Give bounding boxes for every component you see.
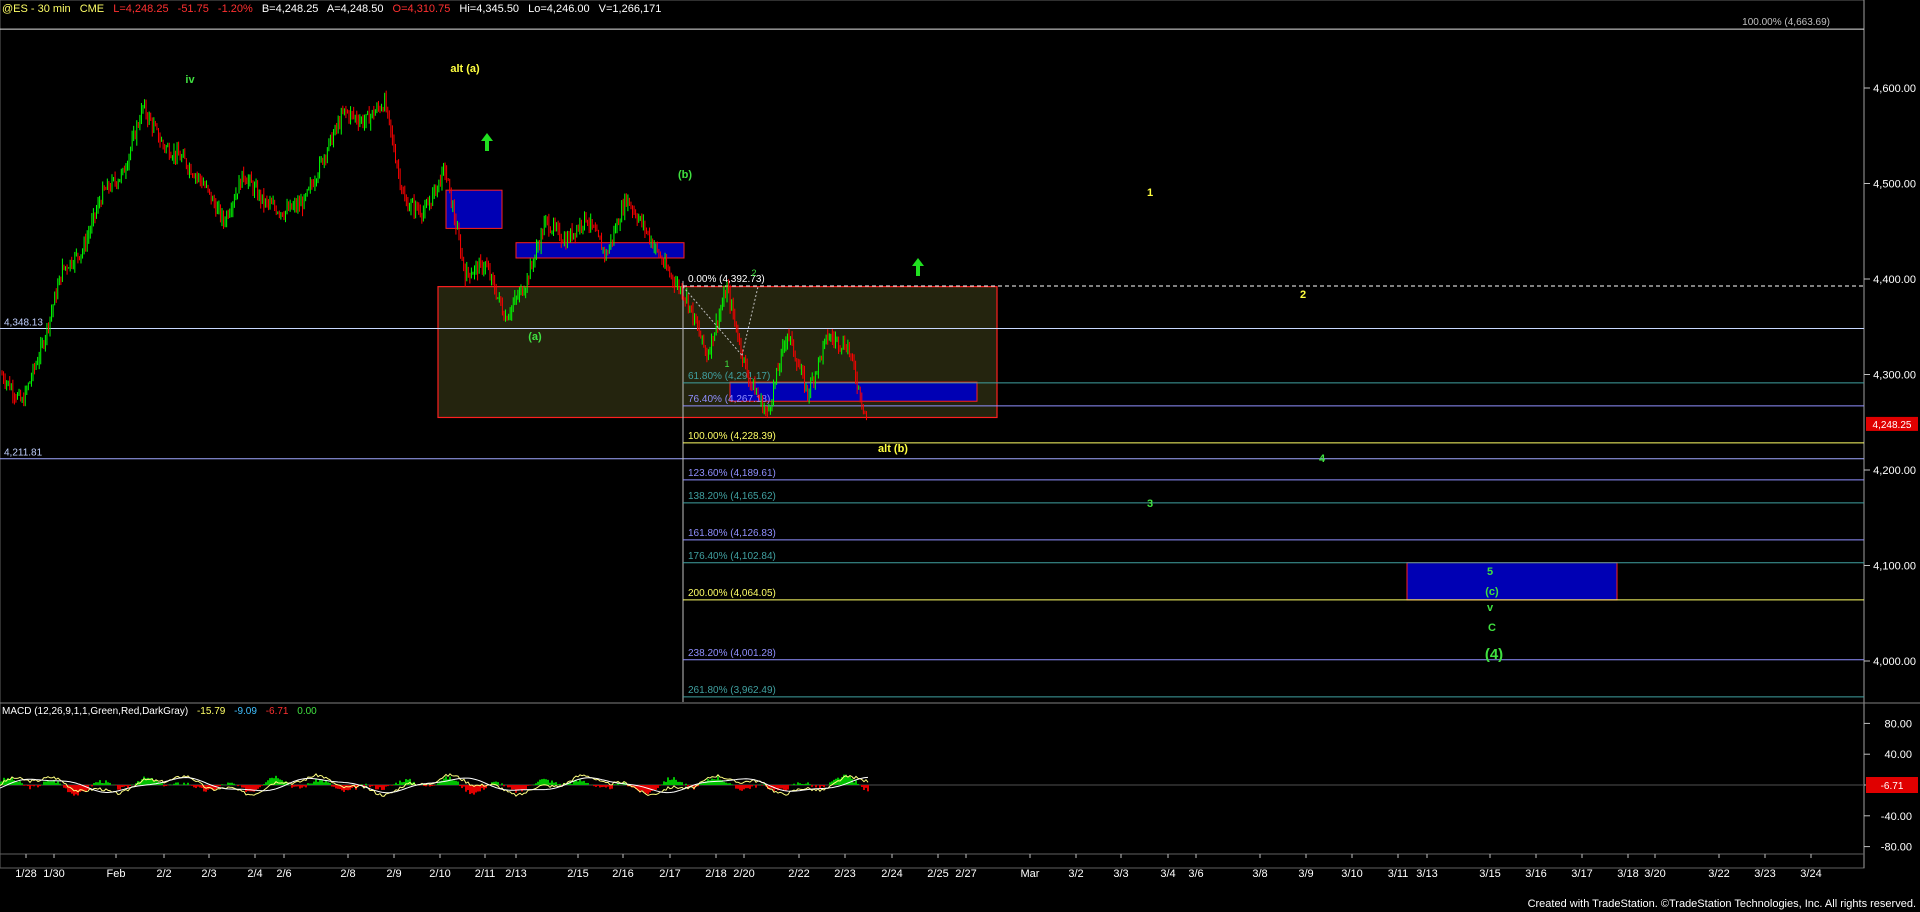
wave-label: (b) xyxy=(678,169,692,181)
date-tick-label: 2/11 xyxy=(475,868,496,880)
wave-label: (c) xyxy=(1485,586,1499,598)
date-tick-label: 3/11 xyxy=(1388,868,1409,880)
price-tick-label: 4,200.00 xyxy=(1873,465,1916,477)
date-tick-label: 2/10 xyxy=(429,868,450,880)
up-arrow-icon xyxy=(481,133,493,151)
date-tick-label: 3/15 xyxy=(1479,868,1500,880)
date-tick-label: 3/18 xyxy=(1617,868,1638,880)
wave-label: (a) xyxy=(528,331,542,343)
price-tick-label: 4,100.00 xyxy=(1873,561,1916,573)
macd-value-2: -9.09 xyxy=(234,706,257,717)
price-tick-label: 4,500.00 xyxy=(1873,179,1916,191)
date-tick-label: 3/10 xyxy=(1341,868,1362,880)
fib-label-161-80: 161.80% (4,126.83) xyxy=(688,528,776,539)
date-tick-label: 3/22 xyxy=(1708,868,1729,880)
date-tick-label: 2/2 xyxy=(156,868,171,880)
date-tick-label: 2/3 xyxy=(201,868,216,880)
wave-label: alt (b) xyxy=(878,443,908,455)
fib-label-176-40: 176.40% (4,102.84) xyxy=(688,551,776,562)
current-price-tag-label: 4,248.25 xyxy=(1873,420,1912,431)
macd-value-4: 0.00 xyxy=(297,706,317,717)
date-tick-label: 2/16 xyxy=(612,868,633,880)
date-tick-label: Mar xyxy=(1021,868,1040,880)
macd-tick-label: -40.00 xyxy=(1881,811,1912,823)
fib-label-61-80: 61.80% (4,291.17) xyxy=(688,371,770,382)
wave-label: iv xyxy=(185,74,195,86)
date-tick-label: 3/20 xyxy=(1644,868,1665,880)
fib-label-123-60: 123.60% (4,189.61) xyxy=(688,468,776,479)
wave-label: v xyxy=(1487,602,1494,614)
wave-sublabel: 2 xyxy=(751,268,756,278)
date-tick-label: 3/16 xyxy=(1525,868,1546,880)
macd-tick-label: -80.00 xyxy=(1881,842,1912,854)
wave-label: 4 xyxy=(1319,453,1326,465)
up-arrow-icon xyxy=(912,258,924,276)
date-tick-label: 2/8 xyxy=(340,868,355,880)
date-tick-label: 2/13 xyxy=(505,868,526,880)
date-tick-label: 2/27 xyxy=(955,868,976,880)
target-box xyxy=(1406,562,1618,601)
wave-label: C xyxy=(1488,622,1496,634)
date-tick-label: 2/15 xyxy=(567,868,588,880)
macd-title: MACD (12,26,9,1,1,Green,Red,DarkGray) xyxy=(2,706,189,717)
date-tick-label: 3/4 xyxy=(1160,868,1175,880)
fib-label-238-20: 238.20% (4,001.28) xyxy=(688,648,776,659)
price-tick-label: 4,300.00 xyxy=(1873,370,1916,382)
wave-label: 5 xyxy=(1487,566,1493,578)
date-tick-label: 2/24 xyxy=(881,868,902,880)
date-tick-label: 1/30 xyxy=(43,868,64,880)
date-tick-label: Feb xyxy=(107,868,126,880)
date-tick-label: 2/9 xyxy=(386,868,401,880)
date-tick-label: 3/8 xyxy=(1252,868,1267,880)
wave-label: 2 xyxy=(1300,289,1306,301)
macd-value-3: -6.71 xyxy=(265,706,289,717)
date-tick-label: 1/28 xyxy=(15,868,36,880)
date-tick-label: 2/22 xyxy=(788,868,809,880)
fib-label-138-20: 138.20% (4,165.62) xyxy=(688,491,776,502)
wave-label: 1 xyxy=(1147,187,1153,199)
date-tick-label: 3/17 xyxy=(1571,868,1592,880)
price-tick-label: 4,600.00 xyxy=(1873,83,1916,95)
chart-frame xyxy=(0,0,1865,869)
macd-legend: MACD (12,26,9,1,1,Green,Red,DarkGray) -1… xyxy=(2,706,323,717)
wave-label: alt (a) xyxy=(450,63,480,75)
date-tick-label: 2/4 xyxy=(247,868,262,880)
price-chart[interactable]: 100.00% (4,663.69)4,348.134,211.810.00% … xyxy=(0,0,1920,912)
credit-text: Created with TradeStation. ©TradeStation… xyxy=(1527,898,1916,910)
date-tick-label: 3/23 xyxy=(1754,868,1775,880)
date-tick-label: 3/6 xyxy=(1188,868,1203,880)
macd-current-tag-label: -6.71 xyxy=(1881,781,1904,792)
date-tick-label: 3/3 xyxy=(1113,868,1128,880)
macd-tick-label: 40.00 xyxy=(1884,749,1912,761)
level-label-4348: 4,348.13 xyxy=(4,318,43,329)
wave-label: (4) xyxy=(1485,646,1503,663)
price-tick-label: 4,000.00 xyxy=(1873,656,1916,668)
date-tick-label: 3/24 xyxy=(1800,868,1821,880)
date-tick-label: 2/23 xyxy=(834,868,855,880)
date-tick-label: 2/6 xyxy=(276,868,291,880)
level-label-100: 100.00% (4,663.69) xyxy=(1742,17,1830,28)
level-label-4211: 4,211.81 xyxy=(4,448,43,459)
macd-value-1: -15.79 xyxy=(196,706,226,717)
date-tick-label: 3/9 xyxy=(1298,868,1313,880)
date-tick-label: 2/18 xyxy=(705,868,726,880)
date-tick-label: 2/25 xyxy=(927,868,948,880)
date-tick-label: 2/20 xyxy=(733,868,754,880)
wave-label: 3 xyxy=(1147,498,1153,510)
macd-tick-label: 80.00 xyxy=(1884,718,1912,730)
date-tick-label: 2/17 xyxy=(659,868,680,880)
fib-label-261-80: 261.80% (3,962.49) xyxy=(688,685,776,696)
fib-label-100-00: 100.00% (4,228.39) xyxy=(688,431,776,442)
wave-sublabel: 1 xyxy=(724,359,729,369)
date-tick-label: 3/2 xyxy=(1068,868,1083,880)
fib-label-200-00: 200.00% (4,064.05) xyxy=(688,588,776,599)
price-tick-label: 4,400.00 xyxy=(1873,274,1916,286)
date-tick-label: 3/13 xyxy=(1416,868,1437,880)
